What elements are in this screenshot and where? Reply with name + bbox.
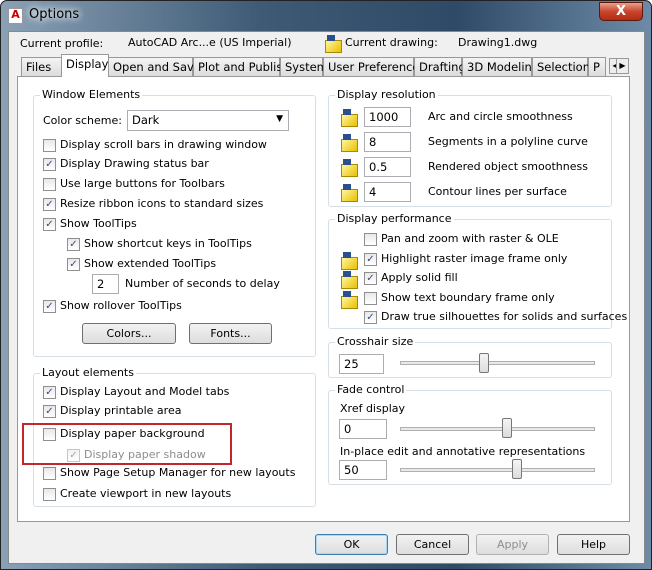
inplace-fade-input[interactable]: 50 bbox=[339, 460, 387, 480]
tab-system[interactable]: System bbox=[280, 57, 328, 76]
tooltip-delay-label: Number of seconds to delay bbox=[125, 277, 280, 290]
current-drawing-label: Current drawing: bbox=[345, 36, 438, 49]
performance-option-label: Highlight raster image frame only bbox=[381, 251, 568, 265]
chevron-down-icon: ▼ bbox=[276, 114, 283, 124]
highlight-box bbox=[22, 423, 232, 465]
performance-option-label: Show text boundary frame only bbox=[381, 290, 555, 304]
layout-option-label: Create viewport in new layouts bbox=[60, 487, 232, 500]
performance-option-checkbox[interactable] bbox=[364, 233, 377, 246]
layout-option-checkbox[interactable]: ✓ bbox=[43, 405, 56, 418]
window-option-label: Resize ribbon icons to standard sizes bbox=[60, 197, 264, 210]
drawing-icon bbox=[324, 35, 342, 53]
close-button[interactable]: X bbox=[599, 2, 643, 21]
group-title: Window Elements bbox=[40, 88, 143, 101]
resolution-input[interactable]: 0.5 bbox=[364, 157, 411, 177]
performance-option-checkbox[interactable]: ✓ bbox=[364, 252, 377, 266]
drawing-saved-icon bbox=[340, 109, 358, 127]
tab-user-preferences[interactable]: User Preferences bbox=[323, 57, 426, 76]
tab-drafting[interactable]: Drafting bbox=[414, 57, 466, 76]
window-option-label: Show ToolTips bbox=[60, 217, 137, 230]
layout-option-checkbox[interactable] bbox=[43, 467, 56, 480]
resolution-label: Arc and circle smoothness bbox=[428, 110, 573, 123]
resolution-label: Rendered object smoothness bbox=[428, 160, 588, 173]
cancel-button[interactable]: Cancel bbox=[396, 534, 469, 555]
color-scheme-label: Color scheme: bbox=[43, 114, 122, 127]
performance-option-label: Apply solid fill bbox=[381, 271, 458, 284]
window-option-label: Use large buttons for Toolbars bbox=[60, 177, 225, 190]
resolution-input[interactable]: 8 bbox=[364, 132, 411, 152]
tab-p[interactable]: P bbox=[588, 57, 606, 76]
tab-plot-and-publish[interactable]: Plot and Publish bbox=[193, 57, 290, 76]
window-option-checkbox[interactable]: ✓ bbox=[43, 158, 56, 171]
color-scheme-select[interactable]: Dark ▼ bbox=[127, 110, 289, 131]
fonts-button[interactable]: Fonts... bbox=[189, 323, 272, 344]
window-option-checkbox[interactable]: ✓ bbox=[43, 218, 56, 231]
xref-fade-input[interactable]: 0 bbox=[339, 419, 387, 439]
drawing-saved-icon bbox=[340, 134, 358, 152]
layout-option-label: Display printable area bbox=[60, 404, 182, 417]
crosshair-slider-thumb[interactable] bbox=[478, 353, 489, 373]
inplace-slider-track[interactable] bbox=[400, 468, 595, 472]
current-drawing-value: Drawing1.dwg bbox=[458, 36, 538, 49]
performance-option-checkbox[interactable]: ✓ bbox=[364, 272, 377, 285]
window-option-checkbox[interactable]: ✓ bbox=[67, 238, 80, 251]
crosshair-size-input[interactable]: 25 bbox=[339, 354, 384, 374]
resolution-label: Contour lines per surface bbox=[428, 185, 567, 198]
group-title: Layout elements bbox=[40, 366, 136, 379]
performance-option-label: Pan and zoom with raster & OLE bbox=[381, 232, 559, 245]
autocad-logo-icon: A bbox=[8, 8, 23, 24]
current-profile-value: AutoCAD Arc...e (US Imperial) bbox=[128, 36, 292, 49]
window-option-checkbox[interactable] bbox=[43, 178, 56, 191]
xref-slider-track[interactable] bbox=[400, 427, 595, 431]
window-title: Options bbox=[29, 7, 80, 22]
drawing-saved-icon bbox=[340, 290, 358, 309]
tab-files[interactable]: Files bbox=[21, 57, 62, 76]
window-option-label: Show extended ToolTips bbox=[84, 257, 217, 270]
group-title: Display performance bbox=[335, 212, 454, 225]
performance-option-checkbox[interactable]: ✓ bbox=[364, 311, 377, 324]
tab-selection[interactable]: Selection bbox=[532, 57, 590, 76]
performance-option-label: Draw true silhouettes for solids and sur… bbox=[381, 310, 628, 323]
performance-option-checkbox[interactable] bbox=[364, 291, 377, 305]
tab-3d-modeling[interactable]: 3D Modeling bbox=[462, 57, 539, 76]
group-title: Crosshair size bbox=[335, 335, 416, 348]
inplace-edit-label: In-place edit and annotative representat… bbox=[340, 445, 586, 458]
help-button[interactable]: Help bbox=[557, 534, 630, 555]
inplace-slider-thumb[interactable] bbox=[512, 459, 522, 479]
drawing-saved-icon bbox=[340, 184, 358, 202]
crosshair-slider-track[interactable] bbox=[400, 361, 595, 365]
drawing-saved-icon bbox=[340, 271, 358, 289]
window-option-label: Display Drawing status bar bbox=[60, 157, 209, 170]
xref-slider-thumb[interactable] bbox=[502, 418, 513, 438]
layout-option-checkbox[interactable]: ✓ bbox=[43, 386, 56, 399]
current-profile-label: Current profile: bbox=[20, 37, 104, 50]
window-option-label: Show shortcut keys in ToolTips bbox=[84, 237, 252, 250]
apply-button[interactable]: Apply bbox=[476, 534, 549, 555]
xref-display-label: Xref display bbox=[340, 402, 406, 415]
tab-open-and-save[interactable]: Open and Save bbox=[108, 57, 201, 76]
tooltip-delay-input[interactable]: 2 bbox=[92, 274, 119, 294]
resolution-label: Segments in a polyline curve bbox=[428, 135, 588, 148]
layout-option-checkbox[interactable] bbox=[43, 488, 56, 501]
tab-scroll-right-button[interactable]: ▶ bbox=[616, 58, 629, 74]
color-scheme-value: Dark bbox=[132, 113, 160, 127]
group-title: Fade control bbox=[335, 383, 407, 396]
drawing-saved-icon bbox=[340, 251, 358, 270]
window-option-label: Display scroll bars in drawing window bbox=[60, 138, 267, 151]
ok-button[interactable]: OK bbox=[315, 534, 388, 555]
tab-display[interactable]: Display bbox=[61, 54, 109, 77]
window-option-checkbox[interactable] bbox=[43, 139, 56, 152]
window-option-checkbox[interactable]: ✓ bbox=[43, 300, 56, 313]
window-option-checkbox[interactable]: ✓ bbox=[67, 258, 80, 271]
window-option-label: Show rollover ToolTips bbox=[60, 299, 182, 312]
group-title: Display resolution bbox=[335, 88, 438, 101]
colors-button[interactable]: Colors... bbox=[82, 323, 176, 344]
resolution-input[interactable]: 4 bbox=[364, 182, 411, 202]
window-option-checkbox[interactable]: ✓ bbox=[43, 198, 56, 211]
resolution-input[interactable]: 1000 bbox=[364, 107, 411, 127]
layout-option-label: Show Page Setup Manager for new layouts bbox=[60, 466, 296, 479]
drawing-saved-icon bbox=[340, 159, 358, 177]
layout-option-label: Display Layout and Model tabs bbox=[60, 385, 230, 398]
